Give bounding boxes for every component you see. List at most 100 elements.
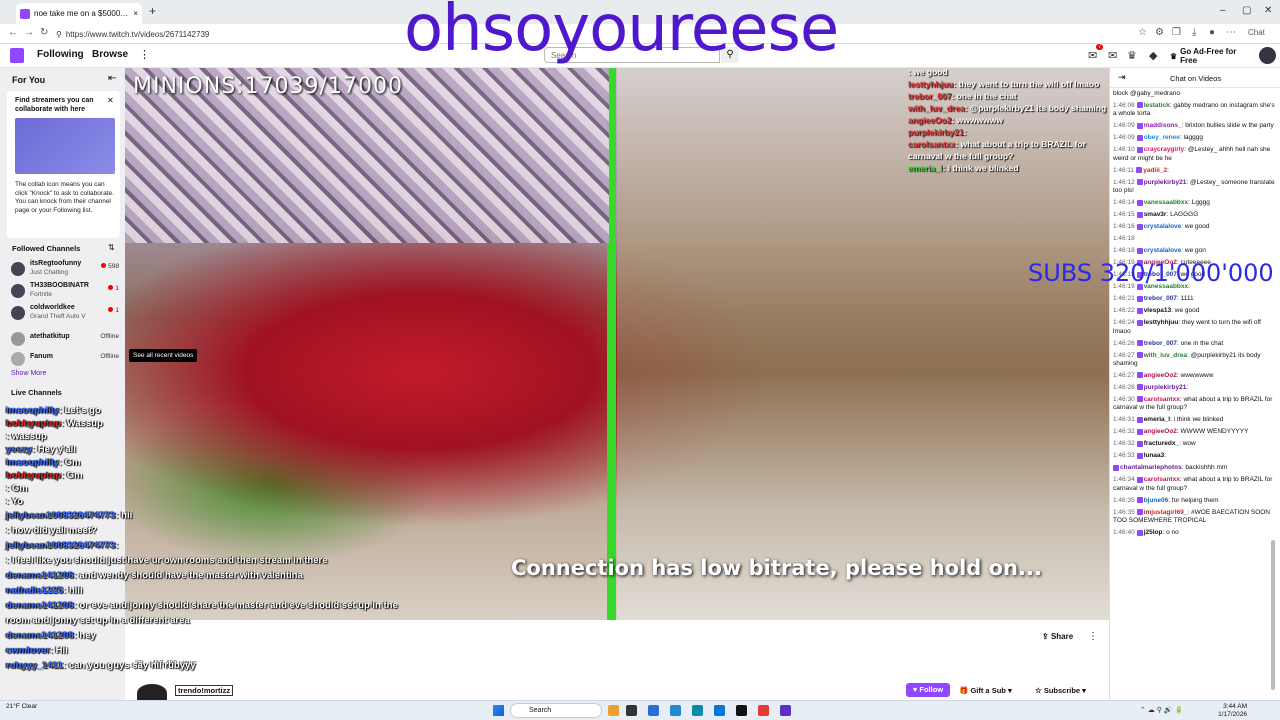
chat-timestamp: 1:46:18 <box>1113 247 1135 255</box>
chat-username[interactable]: maddisons_ <box>1144 122 1182 129</box>
crown-icon[interactable]: ♛ <box>1127 49 1137 62</box>
chat-username[interactable]: crystalalove <box>1144 247 1182 254</box>
followed-channel-item[interactable]: itsRegtoofunny Just Chatting 598 <box>0 259 125 281</box>
followed-channel-item[interactable]: TH33BOOBINATR Fortnite 1 <box>0 281 125 303</box>
chat-username[interactable]: bjune06 <box>1144 497 1169 504</box>
minimize-icon[interactable]: – <box>1220 5 1226 16</box>
chat-username[interactable]: with_luv_drea <box>1144 352 1187 359</box>
profile-icon[interactable]: ● <box>1209 27 1215 38</box>
subscribe-button[interactable]: ☆ Subscribe ▾ <box>1035 686 1086 695</box>
chat-username[interactable]: carolsantxx <box>1144 476 1180 483</box>
chat-username[interactable]: j25lop <box>1144 529 1163 536</box>
overlay-chat-line: jellybean1008326474773: <box>6 540 119 551</box>
chat-username[interactable]: yadiii_2 <box>1143 167 1167 174</box>
edge-icon[interactable] <box>648 705 659 716</box>
bits-icon[interactable]: ◆ <box>1149 49 1157 62</box>
chat-username[interactable]: smav3r <box>1144 211 1167 218</box>
twitch-logo-icon[interactable] <box>10 48 24 63</box>
app-icon[interactable] <box>780 705 791 716</box>
collapse-sidebar-icon[interactable]: ⇤ <box>108 73 116 84</box>
site-info-icon[interactable]: ⚲ <box>56 30 62 39</box>
extensions-icon[interactable]: ⚙ <box>1155 27 1164 38</box>
chat-username[interactable]: vanessaabbxx <box>1144 199 1188 206</box>
forward-icon[interactable]: → <box>24 27 34 38</box>
close-icon[interactable]: ✕ <box>107 96 114 105</box>
overlay-chat-line: yeezy: Hey y'all <box>6 444 76 455</box>
windows-start-icon[interactable] <box>493 705 504 716</box>
more-options-icon[interactable]: ⋮ <box>139 48 150 61</box>
window-close-icon[interactable]: ✕ <box>1264 5 1272 16</box>
chat-message: 1:46:08 lestatick: gabby medrano on insta… <box>1113 102 1275 118</box>
follow-button[interactable]: ♥ Follow <box>906 683 950 697</box>
share-button[interactable]: ⇪ Share <box>1042 632 1073 641</box>
back-icon[interactable]: ← <box>8 27 18 38</box>
show-more-link[interactable]: Show More <box>11 370 46 377</box>
chat-message: 1:46:12 purplekirby21: @Lestey_ someone t… <box>1113 178 1275 195</box>
chat-username[interactable]: lesttyhhjuu <box>1144 319 1179 326</box>
sort-icon[interactable]: ⇅ <box>108 243 115 252</box>
chrome-icon[interactable] <box>758 705 769 716</box>
chat-text: o no <box>1166 529 1179 537</box>
expand-chat-icon[interactable]: ⇥ <box>1118 72 1126 83</box>
copilot-chat-button[interactable]: Chat <box>1248 28 1265 37</box>
chat-username[interactable]: angieeOo2 <box>1144 428 1177 435</box>
followed-channel-item[interactable]: coldworldkee Grand Theft Auto V 1 <box>0 303 125 325</box>
edge-browser-icon[interactable] <box>692 705 703 716</box>
whispers-icon[interactable]: ✉ <box>1108 49 1117 62</box>
chat-username[interactable]: crystalalove <box>1144 223 1182 230</box>
user-avatar[interactable] <box>1259 47 1276 64</box>
chat-username[interactable]: chantalmariephotos <box>1120 464 1182 471</box>
minions-counter: MINIONS:17039/17000 <box>133 74 403 99</box>
nav-browse[interactable]: Browse <box>92 49 128 60</box>
chat-username[interactable]: emeria_l <box>1144 416 1170 423</box>
collections-icon[interactable]: ❐ <box>1172 27 1181 38</box>
go-ad-free-button[interactable]: ♛ Go Ad-Free for Free <box>1170 47 1254 65</box>
taskbar-clock[interactable]: 3:44 AM 1/17/2026 <box>1211 703 1247 719</box>
notifications-icon[interactable]: ✉ <box>1088 49 1097 62</box>
tab-close-icon[interactable]: × <box>133 9 138 18</box>
chat-username[interactable]: purplekirby21 <box>1144 179 1187 186</box>
new-tab-icon[interactable]: + <box>149 4 156 18</box>
system-tray-icons[interactable]: ⌃ ☁ ⚲ 🔊 🔋 <box>1140 706 1183 714</box>
chat-username[interactable]: carolsantxx <box>1144 396 1180 403</box>
gift-sub-button[interactable]: 🎁 Gift a Sub ▾ <box>959 686 1012 695</box>
store-icon[interactable] <box>714 705 725 716</box>
favorite-star-icon[interactable]: ☆ <box>1138 27 1147 38</box>
nav-following[interactable]: Following <box>37 49 84 60</box>
reload-icon[interactable]: ↻ <box>40 27 48 38</box>
chat-badge-icon <box>1136 134 1143 141</box>
tiktok-icon[interactable] <box>736 705 747 716</box>
followed-channel-item[interactable]: Fanum Offline <box>0 349 125 371</box>
chat-username[interactable]: obey_renee <box>1144 134 1180 141</box>
overlay-chat-line: dename141208: and wendy should have the … <box>6 570 303 581</box>
task-view-icon[interactable] <box>626 705 637 716</box>
chat-badge-icon <box>1136 295 1143 302</box>
downloads-icon[interactable]: ⤓ <box>1192 27 1196 38</box>
chat-username[interactable]: trebor_007 <box>1144 295 1177 302</box>
settings-more-icon[interactable]: ⋯ <box>1226 27 1236 38</box>
chat-text: wow <box>1182 440 1196 448</box>
maximize-icon[interactable]: ▢ <box>1242 5 1251 16</box>
chat-username[interactable]: purplekirby21 <box>1144 384 1187 391</box>
chat-username[interactable]: angieeOo2 <box>1144 372 1177 379</box>
chat-username[interactable]: lestatick <box>1144 102 1170 109</box>
channel-name[interactable]: trendo!mortizz <box>175 685 234 696</box>
chat-scrollbar[interactable] <box>1271 540 1275 690</box>
chat-username[interactable]: vlespa13 <box>1144 307 1171 314</box>
more-options-icon[interactable]: ⋮ <box>1088 631 1098 642</box>
chat-username[interactable]: lunaa3 <box>1144 452 1165 459</box>
overlay-chat-line: bobbyuptop: Gm <box>6 470 83 481</box>
browser-tab[interactable]: noe take me on a $5000 shop × <box>16 3 142 24</box>
chat-username[interactable]: imjustagirl69_ <box>1144 509 1188 516</box>
chat-badge-icon <box>1136 440 1143 447</box>
chat-message: 1:46:32 angieeOo2: WWWW WENDYYYYY <box>1113 428 1249 436</box>
taskbar-search[interactable]: Search <box>510 703 602 718</box>
followed-channel-item[interactable]: atethatkitup Offline <box>0 329 125 351</box>
chat-username[interactable]: trebor_007 <box>1144 340 1177 347</box>
chat-username[interactable]: fracturedx_ <box>1144 440 1179 447</box>
mail-icon[interactable] <box>670 705 681 716</box>
taskbar-app-icon[interactable] <box>608 705 619 716</box>
weather-widget[interactable]: 21°F Clear <box>6 703 37 711</box>
chat-timestamp: 1:46:33 <box>1113 452 1135 460</box>
chat-username[interactable]: craycraygirly <box>1144 146 1184 153</box>
